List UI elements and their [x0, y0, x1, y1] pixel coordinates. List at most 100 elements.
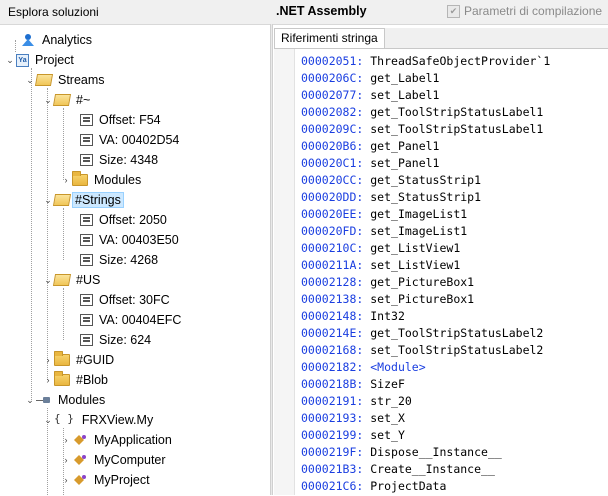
- list-item[interactable]: 00002182: <Module>: [301, 359, 426, 376]
- tree-label: #US: [76, 273, 101, 287]
- tree-label: #Strings: [72, 192, 124, 208]
- class-icon: [72, 433, 88, 447]
- assembly-title: .NET Assembly: [276, 4, 367, 18]
- list-item[interactable]: 00002148: Int32: [301, 308, 405, 325]
- list-item[interactable]: 000021C6: ProjectData: [301, 478, 446, 495]
- chevron-down-icon[interactable]: ⌄: [24, 395, 36, 406]
- chevron-down-icon[interactable]: ⌄: [42, 415, 54, 426]
- list-item[interactable]: 000020EE: get_ImageList1: [301, 206, 467, 223]
- compile-params-label: Parametri di compilazione: [464, 4, 603, 18]
- list-item[interactable]: 00002082: get_ToolStripStatusLabel1: [301, 104, 543, 121]
- string-offset: 0000206C:: [301, 71, 364, 85]
- list-item[interactable]: 000020FD: set_ImageList1: [301, 223, 467, 240]
- tree-label: VA: 00402D54: [99, 133, 180, 147]
- tree-item-property[interactable]: VA: 00402D54: [80, 130, 183, 150]
- list-item[interactable]: 00002168: set_ToolStripStatusLabel2: [301, 342, 543, 359]
- list-item[interactable]: 000020C1: set_Panel1: [301, 155, 440, 172]
- chevron-right-icon[interactable]: ›: [60, 475, 72, 485]
- list-item[interactable]: 000020DD: set_StatusStrip1: [301, 189, 481, 206]
- compile-params-checkbox[interactable]: ✔ Parametri di compilazione: [447, 4, 602, 18]
- string-offset: 0000210C:: [301, 241, 364, 255]
- string-offset: 0000218B:: [301, 377, 364, 391]
- solution-tree[interactable]: Analytics ⌄ Ya Project ⌄ Streams ⌄ #~ Of…: [0, 28, 269, 495]
- string-offset: 000021C6:: [301, 479, 364, 493]
- string-offset: 000020DD:: [301, 190, 364, 204]
- property-icon: [80, 314, 93, 326]
- list-item[interactable]: 00002191: str_20: [301, 393, 412, 410]
- list-item[interactable]: 00002199: set_Y: [301, 427, 405, 444]
- string-offset: 000020B6:: [301, 139, 364, 153]
- string-name: set_ToolStripStatusLabel1: [370, 122, 544, 136]
- property-icon: [80, 214, 93, 226]
- tree-item-modules[interactable]: ⌄ Modules: [24, 390, 109, 410]
- tree-item-strings-stream[interactable]: ⌄ #Strings: [42, 190, 124, 210]
- folder-icon: [54, 351, 70, 366]
- list-item[interactable]: 00002193: set_X: [301, 410, 405, 427]
- chevron-right-icon[interactable]: ›: [60, 435, 72, 445]
- string-name: set_ImageList1: [370, 224, 468, 238]
- string-name: set_Y: [370, 428, 405, 442]
- tree-item-property[interactable]: Size: 4348: [80, 150, 162, 170]
- list-item[interactable]: 0000211A: set_ListView1: [301, 257, 460, 274]
- list-item[interactable]: 000021B3: Create__Instance__: [301, 461, 495, 478]
- tree-label: #GUID: [76, 353, 115, 367]
- list-item[interactable]: 0000214E: get_ToolStripStatusLabel2: [301, 325, 543, 342]
- list-item[interactable]: 0000206C: get_Label1: [301, 70, 440, 87]
- string-offset: 0000209C:: [301, 122, 364, 136]
- tree-item-project[interactable]: ⌄ Ya Project: [4, 50, 78, 70]
- list-item[interactable]: 00002138: set_PictureBox1: [301, 291, 474, 308]
- tree-item-property[interactable]: Size: 624: [80, 330, 155, 350]
- tab-string-references[interactable]: Riferimenti stringa: [274, 28, 385, 48]
- tree-item-tilde-modules[interactable]: › Modules: [60, 170, 145, 190]
- tree-item-streams[interactable]: ⌄ Streams: [24, 70, 109, 90]
- list-item[interactable]: 00002128: get_PictureBox1: [301, 274, 474, 291]
- checkbox-check-icon: ✔: [447, 4, 460, 18]
- tree-item-us-stream[interactable]: ⌄ #US: [42, 270, 104, 290]
- list-item[interactable]: 0000218B: SizeF: [301, 376, 405, 393]
- tree-item-tilde-stream[interactable]: ⌄ #~: [42, 90, 94, 110]
- chevron-down-icon[interactable]: ⌄: [4, 55, 16, 66]
- chevron-right-icon[interactable]: ›: [60, 175, 72, 185]
- tree-item-property[interactable]: VA: 00403E50: [80, 230, 183, 250]
- tree-label: Offset: 30FC: [99, 293, 170, 307]
- tree-label: Size: 624: [99, 333, 152, 347]
- tree-item-property[interactable]: Offset: 2050: [80, 210, 171, 230]
- tree-item-namespace[interactable]: ⌄ { } FRXView.My: [42, 410, 157, 430]
- tree-item-class[interactable]: › MyComputer: [60, 450, 170, 470]
- chevron-right-icon[interactable]: ›: [42, 355, 54, 365]
- tree-item-guid-stream[interactable]: › #GUID: [42, 350, 118, 370]
- list-item[interactable]: 00002077: set_Label1: [301, 87, 440, 104]
- tree-item-class[interactable]: › MyApplication: [60, 430, 176, 450]
- list-item[interactable]: 0000209C: set_ToolStripStatusLabel1: [301, 121, 543, 138]
- string-name: <Module>: [370, 360, 426, 374]
- string-offset: 000020EE:: [301, 207, 364, 221]
- tree-item-blob-stream[interactable]: › #Blob: [42, 370, 112, 390]
- project-icon: Ya: [16, 53, 29, 67]
- list-item[interactable]: 000020CC: get_StatusStrip1: [301, 172, 481, 189]
- tree-label: MyProject: [94, 473, 150, 487]
- string-offset: 00002182:: [301, 360, 364, 374]
- tree-label: Size: 4348: [99, 153, 159, 167]
- list-item[interactable]: 0000210C: get_ListView1: [301, 240, 460, 257]
- chevron-right-icon[interactable]: ›: [42, 375, 54, 385]
- panel-splitter[interactable]: [270, 24, 273, 495]
- string-offset: 000020CC:: [301, 173, 364, 187]
- tree-item-property[interactable]: Offset: 30FC: [80, 290, 174, 310]
- namespace-icon: { }: [54, 412, 74, 425]
- string-offset: 00002193:: [301, 411, 364, 425]
- tree-item-property[interactable]: VA: 00404EFC: [80, 310, 185, 330]
- tree-label: Project: [35, 53, 74, 67]
- string-name: get_StatusStrip1: [370, 173, 482, 187]
- list-item[interactable]: 0000219F: Dispose__Instance__: [301, 444, 502, 461]
- string-name: set_Label1: [370, 88, 440, 102]
- tree-item-analytics[interactable]: Analytics: [8, 30, 96, 50]
- list-item[interactable]: 000020B6: get_Panel1: [301, 138, 440, 155]
- tree-label: Modules: [94, 173, 142, 187]
- tree-item-property[interactable]: Offset: F54: [80, 110, 165, 130]
- list-item[interactable]: 00002051: ThreadSafeObjectProvider`1: [301, 53, 550, 70]
- tree-item-property[interactable]: Size: 4268: [80, 250, 162, 270]
- chevron-right-icon[interactable]: ›: [60, 455, 72, 465]
- string-name: set_ToolStripStatusLabel2: [370, 343, 544, 357]
- tree-label: #Blob: [76, 373, 108, 387]
- tree-item-class[interactable]: › MyProject: [60, 470, 154, 490]
